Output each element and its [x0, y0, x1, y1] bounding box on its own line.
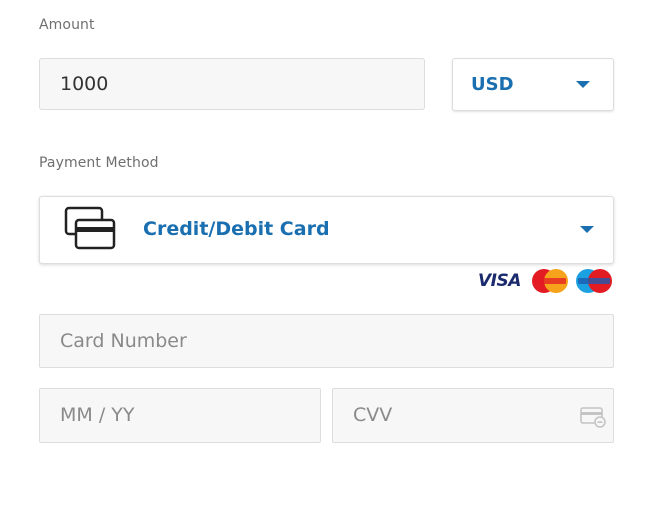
visa-logo: VISA [478, 271, 521, 291]
cvv-input[interactable]: CVV [332, 388, 614, 443]
amount-label: Amount [39, 17, 95, 33]
payment-method-dropdown[interactable]: Credit/Debit Card [39, 196, 614, 264]
expiry-input[interactable]: MM / YY [39, 388, 321, 443]
currency-value: USD [471, 74, 514, 95]
payment-form: Amount 1000 USD Payment Method Credit/De… [0, 0, 652, 514]
payment-method-label: Payment Method [39, 155, 159, 171]
card-cvv-icon [580, 407, 606, 428]
credit-card-icon [64, 206, 116, 250]
maestro-logo [576, 269, 612, 293]
chevron-down-icon [576, 81, 590, 88]
payment-method-value: Credit/Debit Card [143, 218, 330, 240]
card-number-input[interactable]: Card Number [39, 314, 614, 368]
cvv-placeholder: CVV [353, 404, 393, 426]
currency-dropdown[interactable]: USD [452, 58, 614, 111]
amount-input[interactable]: 1000 [39, 58, 425, 110]
mastercard-logo [532, 269, 568, 293]
card-brand-logos: VISA [478, 268, 614, 294]
chevron-down-icon [580, 226, 594, 233]
